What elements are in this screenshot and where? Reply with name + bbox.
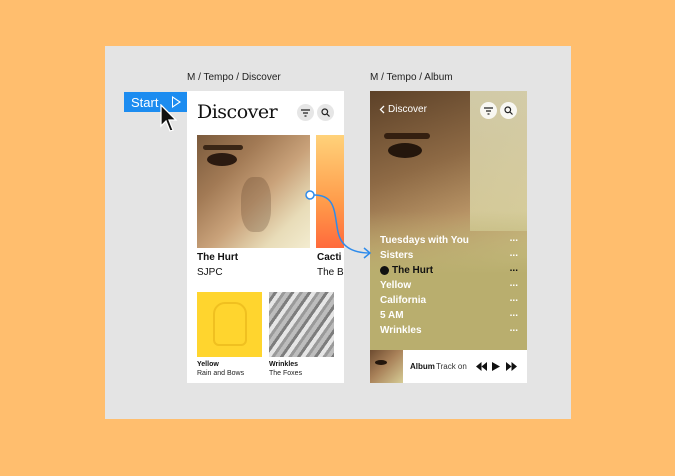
more-icon[interactable]: ... [510,233,518,244]
track-title: Yellow [380,279,412,291]
cursor-icon [160,104,178,132]
filter-button[interactable] [297,104,314,121]
more-icon[interactable]: ... [510,308,518,319]
more-icon[interactable]: ... [510,248,518,259]
featured-album-art[interactable] [197,135,310,248]
track-row[interactable]: Sisters ... [380,248,518,262]
filter-icon [301,108,310,117]
track-title: Wrinkles [380,324,422,336]
filter-button[interactable] [480,102,497,119]
back-link-label: Discover [388,104,427,115]
album-title: Yellow [197,361,219,368]
player-album-art[interactable] [370,350,403,383]
featured-title: The Hurt [197,252,239,263]
album-thumb-wrinkles[interactable] [269,292,334,357]
track-row[interactable]: Tuesdays with You ... [380,233,518,247]
track-title: 5 AM [380,309,404,321]
skip-forward-icon[interactable] [506,362,517,371]
now-playing-indicator [380,265,389,275]
filter-icon [484,106,493,115]
player-track-label: Track on [436,362,467,371]
featured-artist-secondary: The B [317,267,344,278]
skip-back-icon[interactable] [476,362,487,371]
album-thumb-yellow[interactable] [197,292,262,357]
more-icon[interactable]: ... [510,278,518,289]
discover-frame: Discover The Hurt SJPC Cacti The B Yello… [187,91,344,383]
album-frame: Discover Tuesdays with You ... Sisters .… [370,91,527,383]
more-icon[interactable]: ... [510,323,518,334]
album-artist: The Foxes [269,370,303,377]
album-title: Wrinkles [269,361,299,368]
search-button[interactable] [317,104,334,121]
track-title: Tuesdays with You [380,234,469,246]
search-button[interactable] [500,102,517,119]
page-title: Discover [197,101,278,123]
back-link[interactable]: Discover [379,104,427,115]
featured-artist: SJPC [197,267,223,278]
frame-label-discover: M / Tempo / Discover [187,72,281,83]
mini-player: Album Track on [370,350,527,383]
more-icon[interactable]: ... [510,263,518,274]
more-icon[interactable]: ... [510,293,518,304]
player-album-label: Album [410,362,435,371]
play-icon[interactable] [492,362,500,371]
chevron-left-icon [379,105,385,114]
track-row[interactable]: California ... [380,293,518,307]
featured-album-art-secondary[interactable] [316,135,344,248]
album-artist: Rain and Bows [197,370,245,377]
featured-title-secondary: Cacti [317,252,342,263]
start-button-label: Start [131,94,159,110]
track-row[interactable]: 5 AM ... [380,308,518,322]
track-title: Sisters [380,249,414,261]
track-row-playing[interactable]: The Hurt ... [380,263,518,277]
track-row[interactable]: Yellow ... [380,278,518,292]
search-icon [321,108,330,117]
track-row[interactable]: Wrinkles ... [380,323,518,337]
track-title: California [380,294,427,306]
search-icon [504,106,513,115]
frame-label-album: M / Tempo / Album [370,72,453,83]
track-title: The Hurt [392,264,434,276]
